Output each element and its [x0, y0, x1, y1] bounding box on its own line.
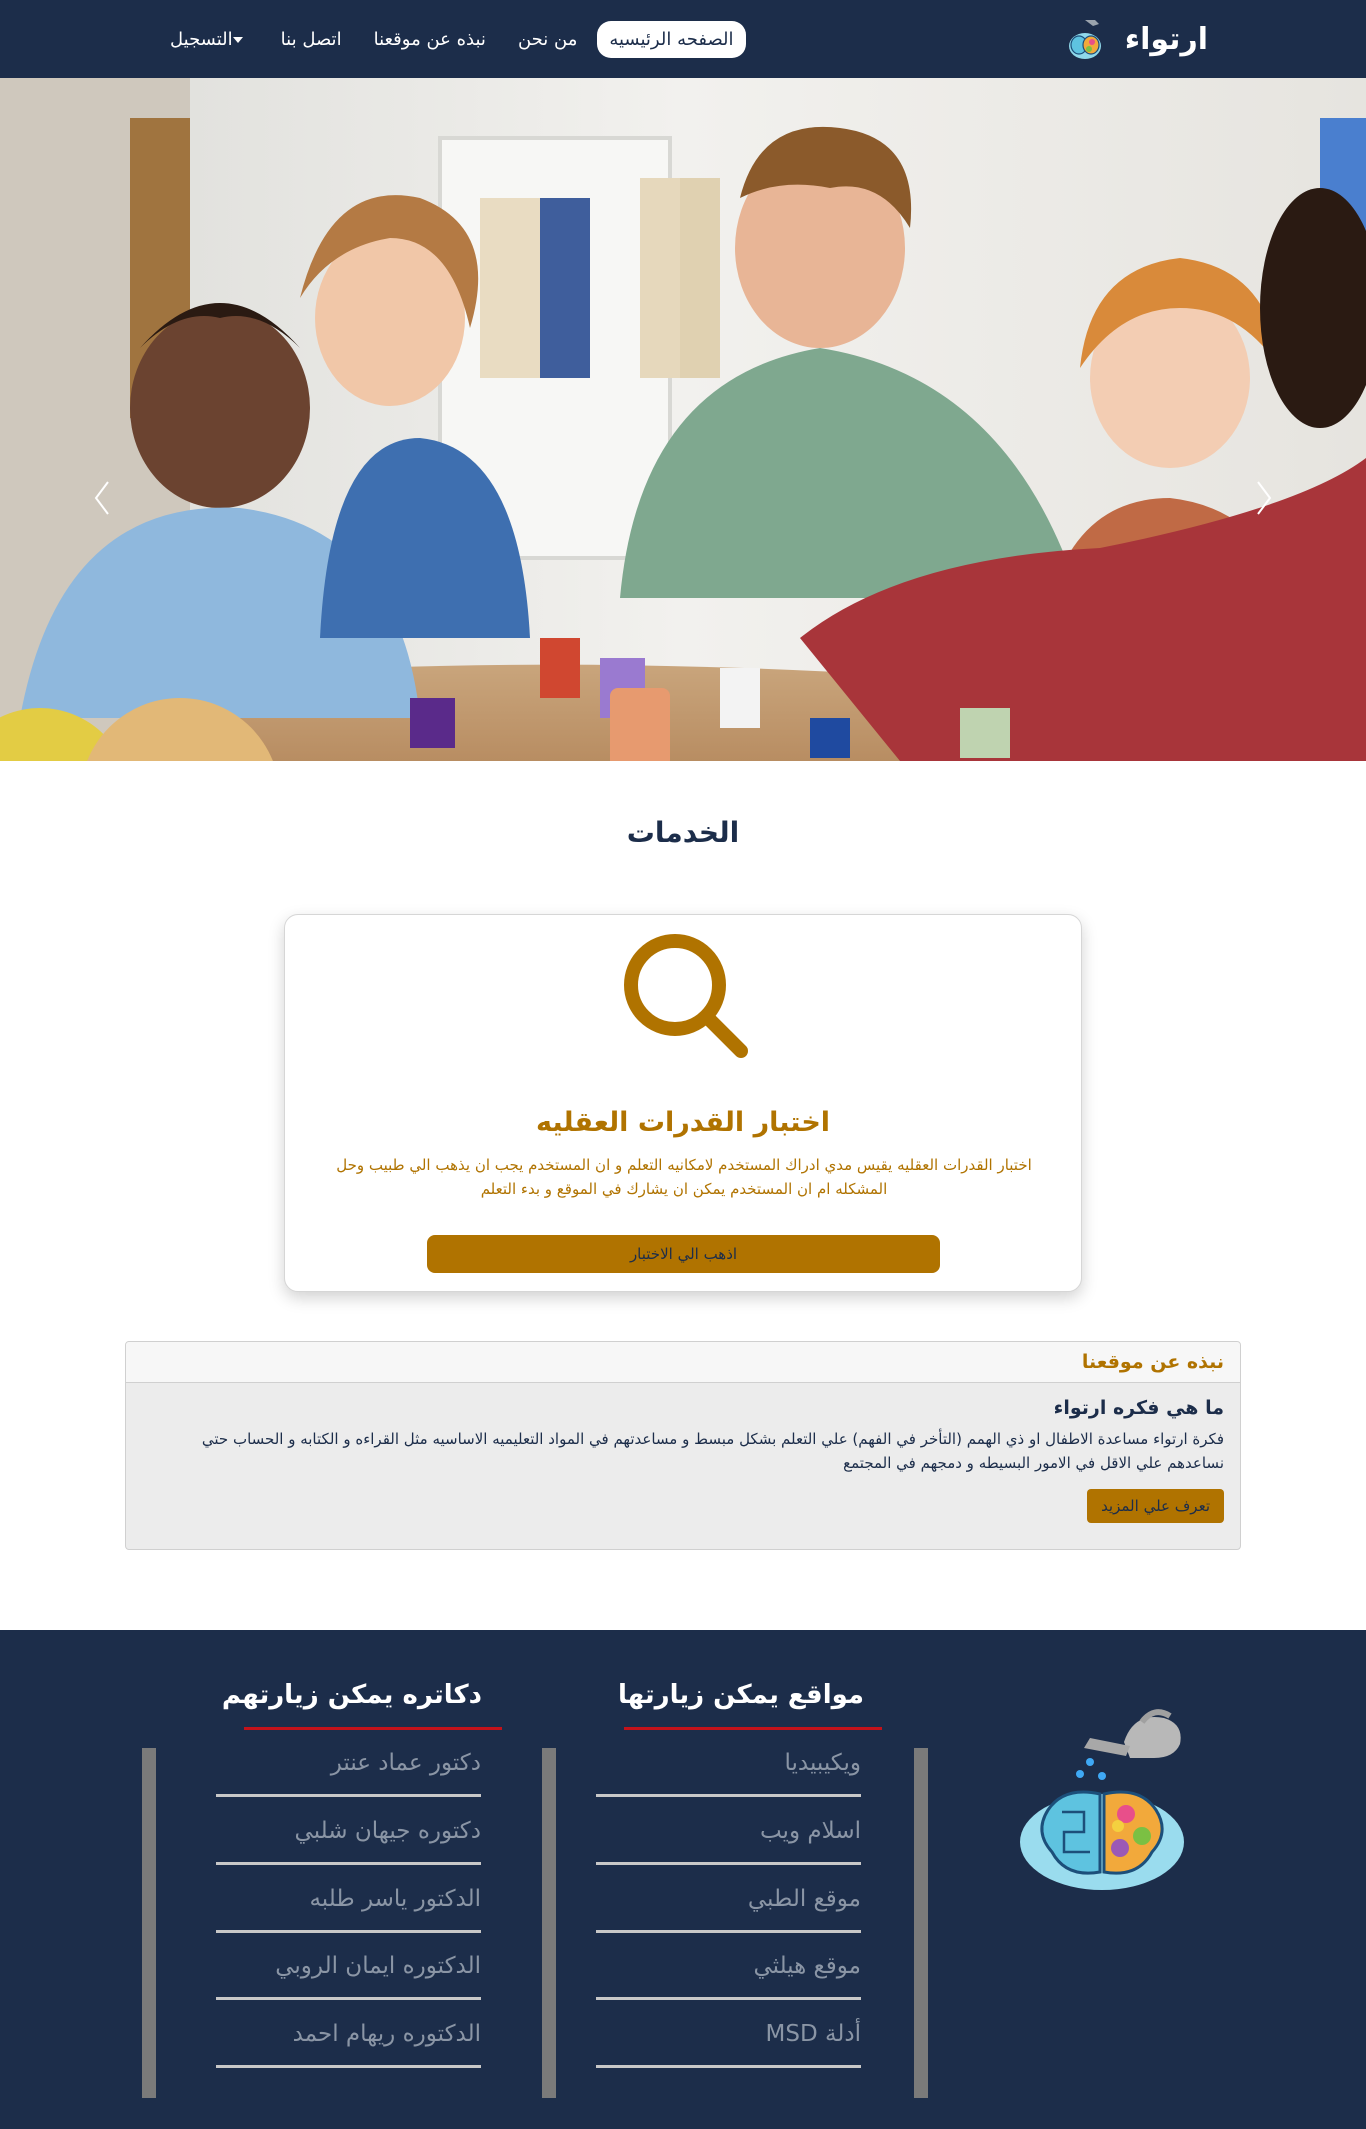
footer-link-doctor[interactable]: دكتوره جيهان شلبي: [295, 1818, 481, 1844]
footer-divider: [542, 1748, 556, 2098]
link-underline: [596, 1997, 861, 2000]
brain-watering-logo-icon: [1068, 20, 1101, 59]
go-to-test-button[interactable]: اذهب الي الاختبار: [427, 1235, 940, 1273]
footer-divider: [142, 1748, 156, 2098]
chevron-left-icon: [94, 481, 109, 515]
nav-contact[interactable]: اتصل بنا: [269, 21, 354, 58]
hero-carousel: [0, 78, 1366, 761]
service-card-text: اختبار القدرات العقليه يقيس مدي ادراك ال…: [336, 1156, 1032, 1198]
footer: مواقع يمكن زيارتها ويكيبيديا اسلام ويب م…: [0, 1630, 1366, 2129]
hero-image: [0, 78, 1366, 761]
nav-about-us[interactable]: من نحن: [506, 21, 589, 58]
footer-link-doctor[interactable]: دكتور عماد عنتر: [331, 1750, 481, 1776]
chevron-right-icon: [1257, 481, 1272, 515]
about-text: فكرة ارتواء مساعدة الاطفال او ذي الهمم (…: [201, 1430, 1224, 1472]
link-underline: [596, 1794, 861, 1797]
about-subtitle: ما هي فكره ارتواء: [1053, 1397, 1224, 1419]
service-card: اختبار القدرات العقليه اختبار القدرات ال…: [284, 914, 1082, 1292]
about-card-header: نبذه عن موقعنا: [126, 1342, 1240, 1383]
services-title: الخدمات: [626, 816, 740, 849]
doctors-column-title: دكاتره يمكن زيارتهم: [221, 1680, 482, 1710]
about-card: نبذه عن موقعنا ما هي فكره ارتواء فكرة ار…: [125, 1341, 1241, 1550]
link-underline: [216, 1997, 481, 2000]
link-underline: [216, 2065, 481, 2068]
link-underline: [596, 1862, 861, 1865]
brand[interactable]: ارتواء: [1065, 14, 1208, 64]
footer-link-altibbi[interactable]: موقع الطبي: [748, 1886, 861, 1912]
learn-more-button[interactable]: تعرف علي المزيد: [1087, 1489, 1224, 1523]
search-icon: [624, 934, 748, 1058]
about-card-body: ما هي فكره ارتواء فكرة ارتواء مساعدة الا…: [126, 1383, 1240, 1537]
navbar: ارتواء الصفحه الرئيسيه من نحن نبذه عن مو…: [0, 0, 1366, 78]
nav-home[interactable]: الصفحه الرئيسيه: [597, 20, 746, 58]
carousel-prev[interactable]: [82, 468, 122, 528]
link-underline: [216, 1794, 481, 1797]
footer-link-doctor[interactable]: الدكتوره ريهام احمد: [293, 2021, 481, 2047]
footer-link-wikipedia[interactable]: ويكيبيديا: [784, 1750, 861, 1776]
sites-column-title: مواقع يمكن زيارتها: [617, 1680, 864, 1710]
brain-watering-logo-icon: [1020, 1709, 1184, 1890]
footer-link-msd[interactable]: أدلة MSD: [766, 2021, 861, 2047]
footer-link-healthy[interactable]: موقع هيلثي: [753, 1953, 861, 1979]
service-card-title: اختبار القدرات العقليه: [535, 1107, 831, 1138]
carousel-next[interactable]: [1244, 468, 1284, 528]
brand-name: ارتواء: [1124, 21, 1208, 57]
footer-link-islamweb[interactable]: اسلام ويب: [760, 1818, 861, 1844]
footer-divider: [914, 1748, 928, 2098]
link-underline: [216, 1930, 481, 1933]
nav-menu: الصفحه الرئيسيه من نحن نبذه عن موقعنا ات…: [158, 17, 746, 61]
footer-link-doctor[interactable]: الدكتور ياسر طلبه: [309, 1886, 481, 1912]
nav-about-site[interactable]: نبذه عن موقعنا: [362, 21, 498, 58]
sites-title-underline: [624, 1727, 882, 1730]
caret-down-icon: [232, 36, 243, 43]
doctors-title-underline: [244, 1727, 502, 1730]
nav-register-dropdown[interactable]: التسجيل: [158, 21, 261, 58]
link-underline: [596, 2065, 861, 2068]
footer-link-doctor[interactable]: الدكتوره ايمان الروبي: [275, 1953, 481, 1979]
link-underline: [216, 1862, 481, 1865]
nav-register-label: التسجيل: [170, 28, 233, 50]
link-underline: [596, 1930, 861, 1933]
